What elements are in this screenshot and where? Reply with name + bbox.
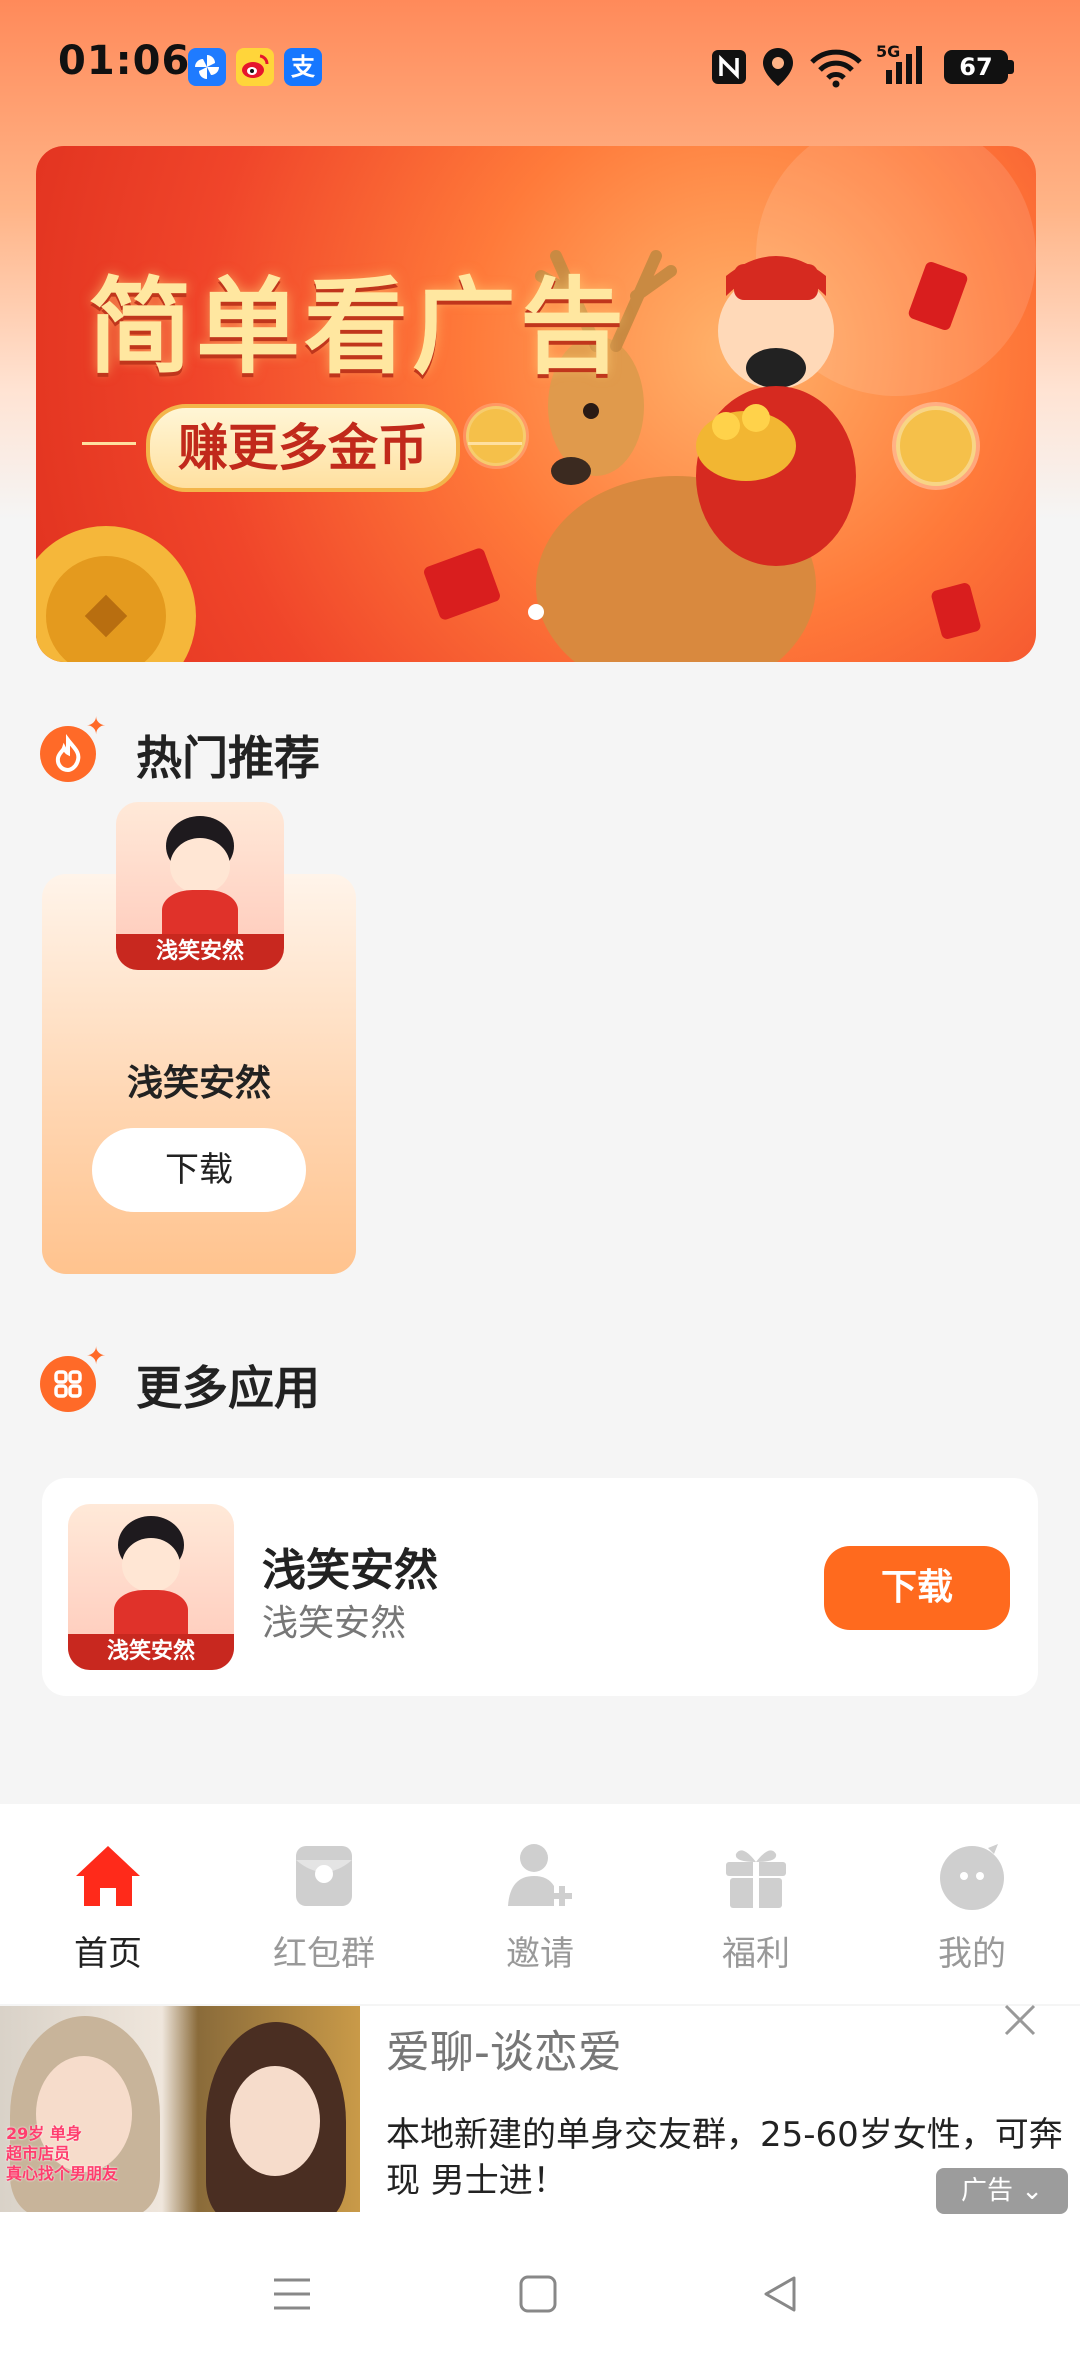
nav-item-invite[interactable]: 邀请 [460, 1830, 620, 1980]
promo-banner[interactable]: 简单看广告 赚更多金币 [36, 146, 1036, 662]
ad-title: 爱聊-谈恋爱 [386, 2027, 622, 2078]
nav-label-profile: 我的 [938, 1934, 1006, 1974]
hot-app-name: 浅笑安然 [126, 1063, 271, 1104]
alipay-app-icon: 支 [284, 48, 322, 86]
nav-label-welfare: 福利 [722, 1934, 790, 1974]
ad-image-caption: 29岁 单身 超市店员 真心找个男朋友 [6, 2124, 118, 2184]
hot-download-button[interactable]: 下载 [92, 1128, 306, 1212]
list-app-subtitle: 浅笑安然 [262, 1603, 407, 1644]
ad-caption-line: 真心找个男朋友 [6, 2164, 119, 2183]
sparkle-icon: ✦ [86, 1342, 107, 1370]
nav-label-red-packet: 红包群 [273, 1934, 375, 1974]
list-app-name: 浅笑安然 [262, 1545, 438, 1596]
battery-cap [1008, 60, 1014, 74]
profile-icon [940, 1844, 1004, 1910]
list-download-button[interactable]: 下载 [824, 1546, 1010, 1630]
thumb-dress [162, 890, 238, 940]
status-time: 01:06 [58, 38, 191, 84]
thumb-dress [114, 1590, 188, 1640]
ad-person-right-face [230, 2066, 320, 2176]
hot-app-icon-label: 浅笑安然 [116, 934, 284, 970]
banner-page-indicator [528, 604, 544, 620]
battery-indicator: 67 [944, 50, 1008, 84]
banner-divider-left [82, 442, 136, 445]
location-icon [763, 48, 793, 86]
thumb-face [122, 1538, 180, 1592]
nav-label-home: 首页 [74, 1934, 142, 1974]
signal-5g-icon: 5G [876, 42, 928, 88]
nav-item-welfare[interactable]: 福利 [676, 1830, 836, 1980]
section-title-hot: 热门推荐 [136, 731, 320, 785]
pinwheel-app-icon [188, 48, 226, 86]
gift-icon [726, 1850, 786, 1908]
nav-item-profile[interactable]: 我的 [892, 1830, 1052, 1980]
status-bar: 01:06 支 5G 67 [0, 0, 1080, 132]
hot-app-icon[interactable]: 浅笑安然 [116, 802, 284, 970]
list-app-icon-label: 浅笑安然 [68, 1634, 234, 1670]
ad-caption-line: 超市店员 [6, 2144, 71, 2163]
sparkle-icon: ✦ [86, 712, 107, 740]
home-icon [76, 1846, 140, 1906]
ad-image[interactable]: 29岁 单身 超市店员 真心找个男朋友 [0, 2006, 360, 2212]
wifi-icon [810, 49, 862, 88]
home-square-icon[interactable] [518, 2274, 558, 2314]
weibo-app-icon [236, 48, 274, 86]
ad-badge-label: 广告 [960, 2176, 1013, 2206]
menu-icon[interactable] [272, 2276, 312, 2312]
nav-label-invite: 邀请 [506, 1934, 574, 1974]
banner-subtitle: 赚更多金币 [146, 404, 460, 492]
banner-divider-right [468, 442, 522, 445]
section-title-more: 更多应用 [136, 1361, 320, 1415]
list-app-icon[interactable]: 浅笑安然 [68, 1504, 234, 1670]
network-label: 5G [876, 42, 901, 61]
back-icon[interactable] [760, 2274, 800, 2314]
nav-item-home[interactable]: 首页 [28, 1830, 188, 1980]
nav-item-red-packet[interactable]: 红包群 [244, 1830, 404, 1980]
ad-badge[interactable]: 广告 ⌄ [936, 2168, 1068, 2214]
banner-title: 简单看广告 [88, 266, 629, 388]
thumb-face [170, 838, 230, 894]
nfc-icon [712, 50, 746, 84]
system-navigation-bar [0, 2226, 1080, 2362]
red-packet-icon [296, 1846, 352, 1906]
ad-caption-line: 29岁 单身 [6, 2124, 82, 2143]
chevron-down-icon: ⌄ [1021, 2176, 1044, 2206]
invite-user-icon [508, 1844, 572, 1906]
ad-close-icon[interactable] [996, 1996, 1044, 2044]
